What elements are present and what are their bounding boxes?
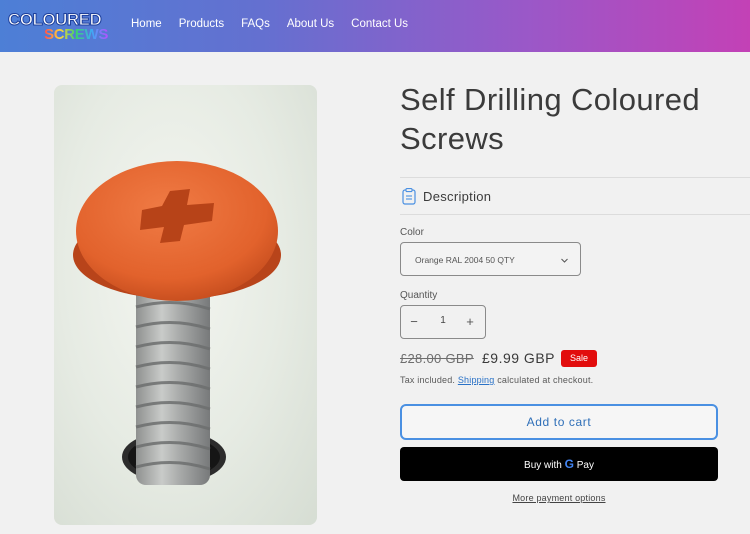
shipping-link[interactable]: Shipping	[458, 375, 495, 385]
color-select[interactable]: Orange RAL 2004 50 QTY	[400, 242, 581, 276]
nav-faqs[interactable]: FAQs	[241, 18, 270, 30]
logo-text-bottom: SCREWS	[44, 26, 109, 43]
main-nav: Home Products FAQs About Us Contact Us	[131, 18, 425, 30]
color-label: Color	[400, 227, 424, 238]
tax-note-suffix: calculated at checkout.	[497, 375, 594, 385]
description-label: Description	[423, 189, 492, 204]
description-accordion[interactable]: Description	[400, 177, 750, 215]
color-select-value: Orange RAL 2004 50 QTY	[415, 255, 515, 265]
site-header: COLOURED SCREWS Home Products FAQs About…	[0, 0, 750, 52]
google-g-icon: G	[564, 457, 574, 471]
nav-contact-us[interactable]: Contact Us	[351, 18, 408, 30]
quantity-increase-button[interactable]: +	[463, 314, 477, 330]
sale-price: £9.99 GBP	[482, 350, 555, 366]
product-title: Self Drilling Coloured Screws	[400, 82, 700, 156]
quantity-decrease-button[interactable]: −	[407, 314, 421, 330]
sale-badge: Sale	[561, 350, 598, 367]
regular-price: £28.00 GBP	[400, 351, 474, 366]
add-to-cart-button[interactable]: Add to cart	[400, 404, 718, 440]
clipboard-icon	[402, 188, 416, 205]
nav-about-us[interactable]: About Us	[287, 18, 334, 30]
product-image[interactable]	[54, 85, 317, 525]
tax-note-prefix: Tax included.	[400, 375, 456, 385]
tax-note: Tax included. Shipping calculated at che…	[400, 375, 593, 385]
buy-with-label: Buy with	[524, 460, 562, 471]
quantity-value[interactable]: 1	[435, 315, 451, 326]
screw-image	[73, 161, 281, 485]
more-payment-options-link[interactable]: More payment options	[400, 493, 718, 503]
google-pay-button[interactable]: Buy with G Pay	[400, 447, 718, 481]
nav-products[interactable]: Products	[179, 18, 224, 30]
nav-home[interactable]: Home	[131, 18, 162, 30]
site-logo[interactable]: COLOURED SCREWS	[7, 10, 108, 44]
quantity-stepper: − 1 +	[400, 305, 486, 339]
chevron-down-icon	[561, 258, 568, 263]
pay-label: Pay	[576, 460, 594, 471]
quantity-label: Quantity	[400, 290, 438, 301]
